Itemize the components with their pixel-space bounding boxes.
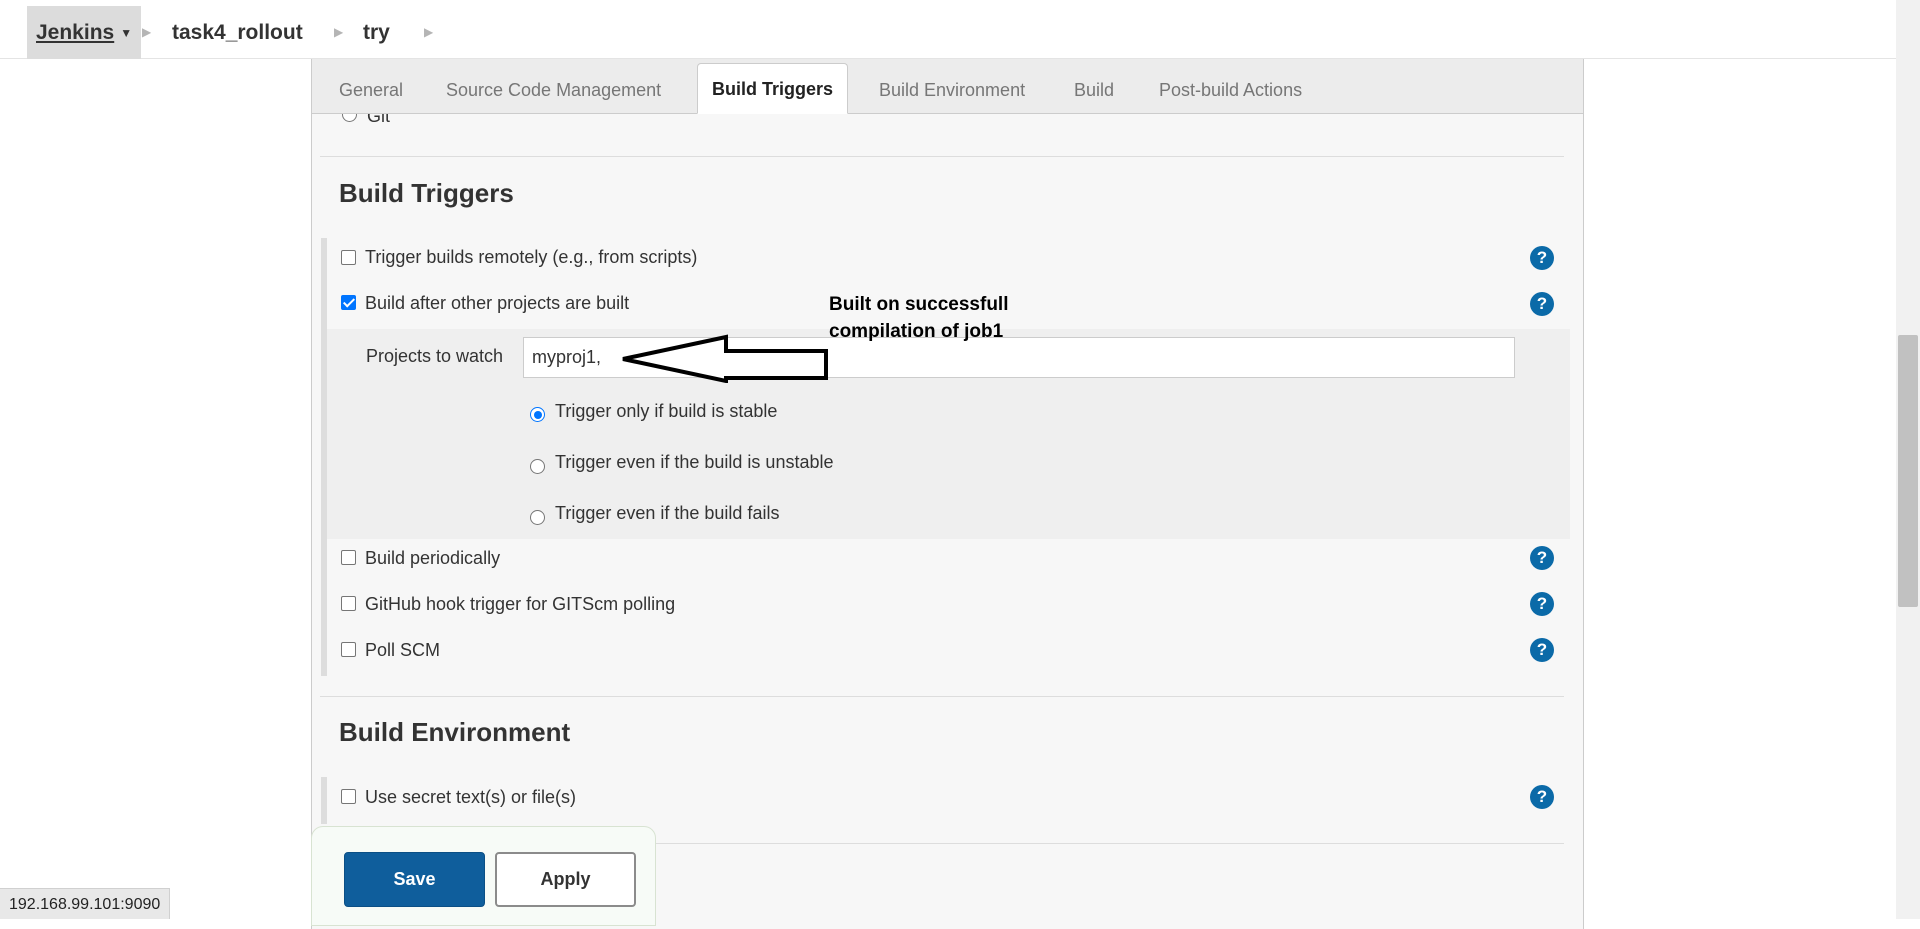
trigger-unstable-label[interactable]: Trigger even if the build is unstable xyxy=(555,452,834,473)
tab-post-build-actions[interactable]: Post-build Actions xyxy=(1159,59,1302,113)
section-divider xyxy=(320,156,1564,157)
save-button[interactable]: Save xyxy=(344,852,485,907)
breadcrumb-item-task4-rollout[interactable]: task4_rollout xyxy=(172,6,303,59)
poll-scm-checkbox[interactable] xyxy=(341,642,356,657)
help-icon[interactable]: ? xyxy=(1530,638,1554,662)
help-icon[interactable]: ? xyxy=(1530,546,1554,570)
tab-bar: General Source Code Management Build Tri… xyxy=(311,59,1584,114)
trigger-fails-label[interactable]: Trigger even if the build fails xyxy=(555,503,779,524)
chevron-right-icon: ▶ xyxy=(142,25,152,39)
chevron-right-icon: ▶ xyxy=(424,25,434,39)
trigger-stable-label[interactable]: Trigger only if build is stable xyxy=(555,401,777,422)
build-after-projects-checkbox[interactable] xyxy=(341,295,356,310)
trigger-stable-radio[interactable] xyxy=(530,407,545,422)
github-hook-checkbox[interactable] xyxy=(341,596,356,611)
section-title-build-triggers: Build Triggers xyxy=(339,178,514,208)
build-periodically-label[interactable]: Build periodically xyxy=(365,548,500,569)
annotation-line-1: Built on successfull xyxy=(829,294,1009,315)
breadcrumb-item-try[interactable]: try xyxy=(363,6,390,59)
tab-general[interactable]: General xyxy=(339,59,403,113)
use-secret-checkbox[interactable] xyxy=(341,789,356,804)
build-periodically-checkbox[interactable] xyxy=(341,550,356,565)
tab-build-triggers[interactable]: Build Triggers xyxy=(697,63,849,114)
scrollbar-thumb[interactable] xyxy=(1898,335,1918,607)
build-after-projects-label[interactable]: Build after other projects are built xyxy=(365,293,629,314)
trigger-remotely-checkbox[interactable] xyxy=(341,250,356,265)
help-icon[interactable]: ? xyxy=(1530,785,1554,809)
breadcrumb: Jenkins ▼ ▶ task4_rollout ▶ try ▶ xyxy=(0,6,1896,59)
help-icon[interactable]: ? xyxy=(1530,592,1554,616)
use-secret-label[interactable]: Use secret text(s) or file(s) xyxy=(365,787,576,808)
chevron-right-icon: ▶ xyxy=(334,25,344,39)
trigger-fails-radio[interactable] xyxy=(530,510,545,525)
section-divider xyxy=(320,696,1564,697)
annotation-note: Built on successfull compilation of job1 xyxy=(829,291,1069,345)
section-indent-bar xyxy=(321,777,327,824)
help-icon[interactable]: ? xyxy=(1530,246,1554,270)
annotation-line-2: compilation of job1 xyxy=(829,321,1004,342)
apply-button[interactable]: Apply xyxy=(495,852,636,907)
tab-build[interactable]: Build xyxy=(1074,59,1114,113)
section-title-build-environment: Build Environment xyxy=(339,717,571,747)
github-hook-label[interactable]: GitHub hook trigger for GITScm polling xyxy=(365,594,675,615)
trigger-unstable-radio[interactable] xyxy=(530,459,545,474)
projects-to-watch-label: Projects to watch xyxy=(366,346,504,366)
trigger-remotely-label[interactable]: Trigger builds remotely (e.g., from scri… xyxy=(365,247,697,268)
left-arrow-icon xyxy=(622,334,828,383)
chevron-down-icon[interactable]: ▼ xyxy=(120,7,132,60)
breadcrumb-home-label[interactable]: Jenkins xyxy=(36,21,114,44)
poll-scm-label[interactable]: Poll SCM xyxy=(365,640,440,661)
tab-source-code-management[interactable]: Source Code Management xyxy=(446,59,661,113)
status-bar-url: 192.168.99.101:9090 xyxy=(0,888,171,919)
breadcrumb-home[interactable]: Jenkins ▼ xyxy=(27,6,142,60)
help-icon[interactable]: ? xyxy=(1530,292,1554,316)
tab-build-environment[interactable]: Build Environment xyxy=(879,59,1025,113)
